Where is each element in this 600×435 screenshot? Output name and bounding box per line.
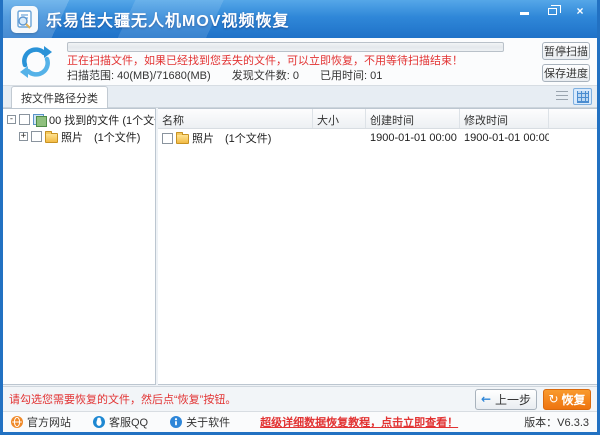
- file-list-body: [158, 147, 597, 384]
- service-qq-link[interactable]: 客服QQ: [93, 414, 148, 430]
- elapsed-time-label: 已用时间: 01: [320, 70, 382, 82]
- row-name-cell: 照片 (1个文件): [158, 130, 313, 146]
- tree-item-label: 00 找到的文件 (1个文件): [49, 112, 156, 128]
- about-software-label: 关于软件: [186, 414, 230, 430]
- pause-scan-button[interactable]: 暂停扫描: [542, 42, 590, 60]
- folder-icon: [176, 134, 189, 144]
- back-arrow-icon: ←: [481, 392, 491, 406]
- scan-progress-bar: [67, 42, 504, 52]
- scan-status-area: 正在扫描文件，如果已经找到您丢失的文件，可以立即恢复，不用等待扫描结束！ 扫描范…: [67, 40, 542, 83]
- app-window: 乐易佳大疆无人机MOV视频恢复 × 正在扫描文件，如果已经找到您丢失的文件，可以…: [0, 0, 600, 435]
- action-bar: 请勾选您需要恢复的文件，然后点“恢复”按钮。 ← 上一步 ↻ 恢复: [3, 386, 597, 411]
- row-created-cell: 1900-01-01 00:00: [366, 132, 460, 144]
- tree-item-found-files[interactable]: - 00 找到的文件 (1个文件): [3, 111, 155, 128]
- status-bar: 官方网站 客服QQ 关于软件 超级详细数据恢复教程，点击立即查看！ 版本：V6.…: [3, 411, 597, 432]
- folder-icon: [45, 133, 58, 143]
- tutorial-link[interactable]: 超级详细数据恢复教程，点击立即查看！: [260, 414, 458, 430]
- official-website-link[interactable]: 官方网站: [11, 414, 71, 430]
- row-name-label: 照片 (1个文件): [192, 130, 271, 146]
- found-files-checkbox[interactable]: [19, 114, 30, 125]
- scan-status-message: 正在扫描文件，如果已经找到您丢失的文件，可以立即恢复，不用等待扫描结束！: [67, 54, 542, 69]
- row-modified-cell: 1900-01-01 00:00: [460, 132, 549, 144]
- official-website-label: 官方网站: [27, 414, 71, 430]
- title-bar: 乐易佳大疆无人机MOV视频恢复 ×: [3, 0, 597, 38]
- recover-hint-text: 请勾选您需要恢复的文件，然后点“恢复”按钮。: [9, 391, 469, 407]
- about-software-link[interactable]: 关于软件: [170, 414, 230, 430]
- window-title: 乐易佳大疆无人机MOV视频恢复: [46, 7, 289, 31]
- tab-file-path-category[interactable]: 按文件路径分类: [11, 86, 108, 108]
- folder-tree-panel: - 00 找到的文件 (1个文件) + 照片 (1个文件): [3, 108, 156, 385]
- tree-item-photos[interactable]: + 照片 (1个文件): [3, 128, 155, 145]
- photos-checkbox[interactable]: [31, 131, 42, 142]
- found-files-icon: [33, 114, 46, 125]
- expand-icon[interactable]: +: [19, 132, 28, 141]
- app-logo-icon: [11, 6, 38, 33]
- tab-bar: 按文件路径分类: [3, 86, 597, 108]
- restore-icon: [548, 8, 557, 15]
- scan-range-label: 扫描范围: 40(MB)/71680(MB): [67, 70, 211, 82]
- recover-label: 恢复: [562, 391, 586, 408]
- window-controls: ×: [513, 3, 591, 18]
- scan-control-buttons: 暂停扫描 保存进度: [542, 40, 592, 83]
- main-content: - 00 找到的文件 (1个文件) + 照片 (1个文件) 名称 大小 创建时间…: [3, 108, 597, 386]
- column-header-empty: [549, 109, 597, 128]
- file-list-panel: 名称 大小 创建时间 修改时间 照片 (1个文件) 1900-01-01 00:…: [158, 108, 597, 385]
- scan-info-line: 扫描范围: 40(MB)/71680(MB) 发现文件数: 0 已用时间: 01: [67, 69, 542, 83]
- column-header-name[interactable]: 名称: [158, 109, 313, 128]
- minimize-icon: [520, 12, 529, 15]
- scan-toolbar: 正在扫描文件，如果已经找到您丢失的文件，可以立即恢复，不用等待扫描结束！ 扫描范…: [3, 38, 597, 86]
- recover-button[interactable]: ↻ 恢复: [543, 389, 591, 410]
- version-label: 版本：V6.3.3: [524, 414, 589, 430]
- recover-refresh-icon: ↻: [548, 392, 558, 406]
- table-row[interactable]: 照片 (1个文件) 1900-01-01 00:00 1900-01-01 00…: [158, 129, 597, 147]
- previous-step-label: 上一步: [495, 391, 531, 408]
- row-checkbox[interactable]: [162, 133, 173, 144]
- file-list-header: 名称 大小 创建时间 修改时间: [158, 109, 597, 129]
- previous-step-button[interactable]: ← 上一步: [475, 389, 537, 410]
- minimize-button[interactable]: [513, 3, 535, 18]
- view-toggles: [552, 88, 592, 105]
- grid-view-button[interactable]: [573, 88, 592, 105]
- column-header-modified[interactable]: 修改时间: [460, 109, 549, 128]
- save-progress-button[interactable]: 保存进度: [542, 64, 590, 82]
- globe-icon: [11, 416, 23, 428]
- service-qq-label: 客服QQ: [109, 414, 148, 430]
- restore-button[interactable]: [541, 3, 563, 18]
- found-files-label: 发现文件数: 0: [232, 70, 299, 82]
- close-button[interactable]: ×: [569, 3, 591, 18]
- grid-view-icon: [577, 91, 589, 103]
- list-view-icon: [556, 91, 568, 102]
- info-icon: [170, 416, 182, 428]
- tree-item-label: 照片 (1个文件): [61, 129, 140, 145]
- list-view-button[interactable]: [552, 88, 571, 105]
- column-header-created[interactable]: 创建时间: [366, 109, 460, 128]
- qq-icon: [93, 416, 105, 428]
- recycle-icon: [5, 40, 67, 83]
- column-header-size[interactable]: 大小: [313, 109, 366, 128]
- collapse-icon[interactable]: -: [7, 115, 16, 124]
